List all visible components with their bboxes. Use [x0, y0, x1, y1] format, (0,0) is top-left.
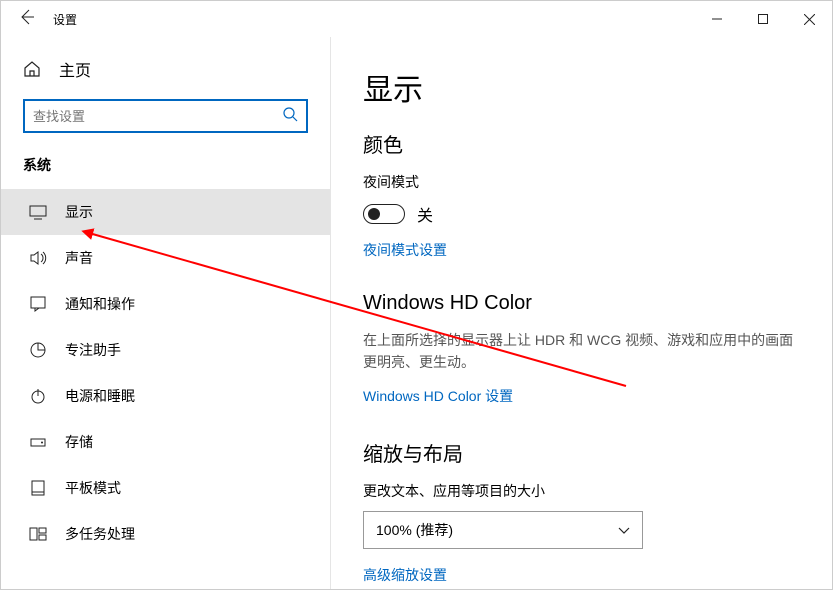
multitask-icon — [29, 525, 47, 543]
night-mode-toggle[interactable] — [363, 204, 405, 224]
search-icon — [282, 106, 298, 127]
search-field[interactable] — [33, 109, 282, 124]
hd-section-title: Windows HD Color — [363, 292, 804, 315]
home-icon — [23, 60, 41, 78]
sidebar-item-label: 存储 — [65, 432, 93, 452]
sidebar-item-display[interactable]: 显示 — [1, 189, 330, 235]
sidebar-item-focus[interactable]: 专注助手 — [1, 327, 330, 373]
content-area: 显示 颜色 夜间模式 关 夜间模式设置 Windows HD Color 在上面… — [331, 37, 832, 589]
scale-section-title: 缩放与布局 — [363, 438, 804, 467]
notification-icon — [29, 295, 47, 313]
power-icon — [29, 387, 47, 405]
app-title: 设置 — [53, 11, 77, 28]
sidebar-item-notifications[interactable]: 通知和操作 — [1, 281, 330, 327]
sidebar-item-sound[interactable]: 声音 — [1, 235, 330, 281]
minimize-button[interactable] — [694, 3, 740, 35]
chevron-down-icon — [618, 522, 630, 538]
tablet-icon — [29, 479, 47, 497]
advanced-scale-link[interactable]: 高级缩放设置 — [363, 565, 447, 585]
sidebar-item-multitask[interactable]: 多任务处理 — [1, 511, 330, 557]
sidebar-item-label: 声音 — [65, 248, 93, 268]
sidebar-item-label: 多任务处理 — [65, 524, 135, 544]
sidebar-item-label: 专注助手 — [65, 340, 121, 360]
hd-description: 在上面所选择的显示器上让 HDR 和 WCG 视频、游戏和应用中的画面更明亮、更… — [363, 329, 804, 374]
storage-icon — [29, 433, 47, 451]
section-label: 系统 — [1, 145, 330, 189]
color-section-title: 颜色 — [363, 129, 804, 158]
search-input[interactable] — [23, 99, 308, 133]
sidebar-item-label: 通知和操作 — [65, 294, 135, 314]
dropdown-value: 100% (推荐) — [376, 520, 453, 540]
close-button[interactable] — [786, 3, 832, 35]
toggle-state-label: 关 — [417, 202, 433, 226]
sidebar-item-storage[interactable]: 存储 — [1, 419, 330, 465]
back-icon[interactable] — [19, 9, 35, 30]
sidebar-item-label: 显示 — [65, 202, 93, 222]
sound-icon — [29, 249, 47, 267]
sidebar-item-label: 平板模式 — [65, 478, 121, 498]
scale-sub-label: 更改文本、应用等项目的大小 — [363, 481, 804, 501]
scale-dropdown[interactable]: 100% (推荐) — [363, 511, 643, 549]
display-icon — [29, 203, 47, 221]
hd-settings-link[interactable]: Windows HD Color 设置 — [363, 386, 513, 406]
titlebar: 设置 — [1, 1, 832, 37]
night-mode-settings-link[interactable]: 夜间模式设置 — [363, 240, 447, 260]
sidebar-item-power[interactable]: 电源和睡眠 — [1, 373, 330, 419]
maximize-button[interactable] — [740, 3, 786, 35]
sidebar: 主页 系统 显示 声音 通知和操作 专注助手 — [1, 37, 331, 589]
focus-icon — [29, 341, 47, 359]
home-label: 主页 — [59, 57, 91, 81]
sidebar-item-tablet[interactable]: 平板模式 — [1, 465, 330, 511]
page-title: 显示 — [363, 65, 804, 109]
night-mode-label: 夜间模式 — [363, 172, 804, 192]
sidebar-item-label: 电源和睡眠 — [65, 386, 135, 406]
home-button[interactable]: 主页 — [1, 47, 330, 91]
